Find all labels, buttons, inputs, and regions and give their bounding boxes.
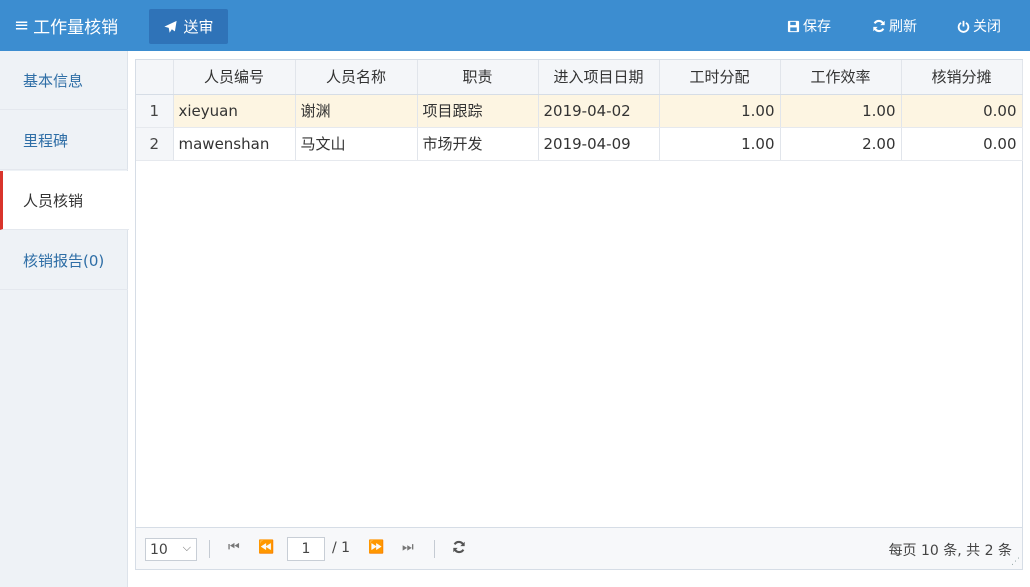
cell-entry-date[interactable]: 2019-04-02 — [538, 94, 660, 128]
pagination-info: 每页 10 条, 共 2 条 — [888, 543, 1012, 559]
cell-role[interactable]: 市场开发 — [417, 127, 539, 161]
close-button[interactable]: 关闭 — [957, 16, 1001, 36]
paper-plane-icon — [164, 20, 178, 33]
top-toolbar: ≡ 工作量核销 送审 保存 刷新 关闭 — [0, 0, 1030, 51]
first-page-icon[interactable]: ⏮ — [228, 540, 240, 555]
total-pages: / 1 — [332, 540, 351, 556]
column-header-name[interactable]: 人员名称 — [295, 60, 418, 95]
send-review-label: 送审 — [183, 18, 214, 36]
page-title: ≡ 工作量核销 — [14, 13, 118, 38]
cell-efficiency[interactable]: 1.00 — [780, 94, 902, 128]
column-header-share[interactable]: 核销分摊 — [901, 60, 1023, 95]
staff-table: 人员编号 人员名称 职责 进入项目日期 工时分配 工作效率 核销分摊 1 xie… — [136, 60, 1023, 161]
save-icon — [787, 20, 800, 32]
menu-icon[interactable]: ≡ — [14, 15, 29, 36]
pager-divider — [434, 540, 435, 558]
cell-share[interactable]: 0.00 — [901, 94, 1023, 128]
sidebar-item-label: 里程碑 — [23, 131, 69, 150]
column-header-entry-date[interactable]: 进入项目日期 — [538, 60, 660, 95]
sidebar-item-label: 基本信息 — [23, 71, 84, 90]
column-header-hours[interactable]: 工时分配 — [659, 60, 781, 95]
cell-share[interactable]: 0.00 — [901, 127, 1023, 161]
save-label: 保存 — [803, 19, 831, 35]
page-size-select[interactable]: 10 ⌵ — [145, 538, 197, 561]
sidebar-item-basic-info[interactable]: 基本信息 — [0, 51, 128, 110]
last-page-icon[interactable]: ⏭ — [402, 540, 414, 555]
sidebar-item-label: 核销报告(0) — [23, 251, 105, 270]
refresh-icon — [873, 19, 885, 33]
pager-divider — [209, 540, 210, 558]
column-header-role[interactable]: 职责 — [417, 60, 539, 95]
cell-entry-date[interactable]: 2019-04-09 — [538, 127, 660, 161]
cell-role[interactable]: 项目跟踪 — [417, 94, 539, 128]
save-button[interactable]: 保存 — [787, 16, 831, 36]
column-header-code[interactable]: 人员编号 — [173, 60, 296, 95]
pagination-bar: 10 ⌵ ⏮ ⏪ 1 / 1 ⏩ ⏭ 每页 10 条, 共 2 条 ⋰ — [136, 527, 1022, 569]
refresh-label: 刷新 — [889, 19, 917, 35]
cell-efficiency[interactable]: 2.00 — [780, 127, 902, 161]
cell-code[interactable]: mawenshan — [173, 127, 296, 161]
sidebar-item-staff-writeoff[interactable]: 人员核销 — [0, 171, 129, 230]
cell-name[interactable]: 谢渊 — [295, 94, 418, 128]
previous-page-icon[interactable]: ⏪ — [258, 540, 274, 555]
page-size-value: 10 — [150, 541, 168, 558]
refresh-button[interactable]: 刷新 — [872, 16, 917, 36]
row-number: 2 — [136, 127, 174, 161]
row-number-header — [136, 60, 174, 95]
cell-hours[interactable]: 1.00 — [659, 127, 781, 161]
chevron-down-icon: ⌵ — [182, 541, 191, 554]
next-page-icon[interactable]: ⏩ — [368, 540, 384, 555]
close-label: 关闭 — [973, 19, 1001, 35]
reload-icon[interactable] — [452, 540, 466, 554]
current-page-input[interactable]: 1 — [287, 537, 325, 561]
staff-grid-panel: 人员编号 人员名称 职责 进入项目日期 工时分配 工作效率 核销分摊 1 xie… — [135, 59, 1023, 570]
page-title-text: 工作量核销 — [33, 18, 119, 38]
power-icon — [957, 20, 970, 33]
sidebar-item-label: 人员核销 — [23, 191, 84, 210]
sidebar-item-milestone[interactable]: 里程碑 — [0, 111, 128, 170]
send-review-button[interactable]: 送审 — [149, 9, 228, 44]
sidebar: 基本信息 里程碑 人员核销 核销报告(0) — [0, 51, 129, 587]
row-number: 1 — [136, 94, 174, 128]
cell-hours[interactable]: 1.00 — [659, 94, 781, 128]
table-header-row: 人员编号 人员名称 职责 进入项目日期 工时分配 工作效率 核销分摊 — [136, 60, 1023, 95]
cell-code[interactable]: xieyuan — [173, 94, 296, 128]
column-header-efficiency[interactable]: 工作效率 — [780, 60, 902, 95]
resize-grip-icon[interactable]: ⋰ — [1011, 557, 1020, 567]
table-row[interactable]: 2 mawenshan 马文山 市场开发 2019-04-09 1.00 2.0… — [136, 127, 1023, 161]
table-row[interactable]: 1 xieyuan 谢渊 项目跟踪 2019-04-02 1.00 1.00 0… — [136, 94, 1023, 128]
cell-name[interactable]: 马文山 — [295, 127, 418, 161]
sidebar-item-writeoff-report[interactable]: 核销报告(0) — [0, 231, 128, 290]
